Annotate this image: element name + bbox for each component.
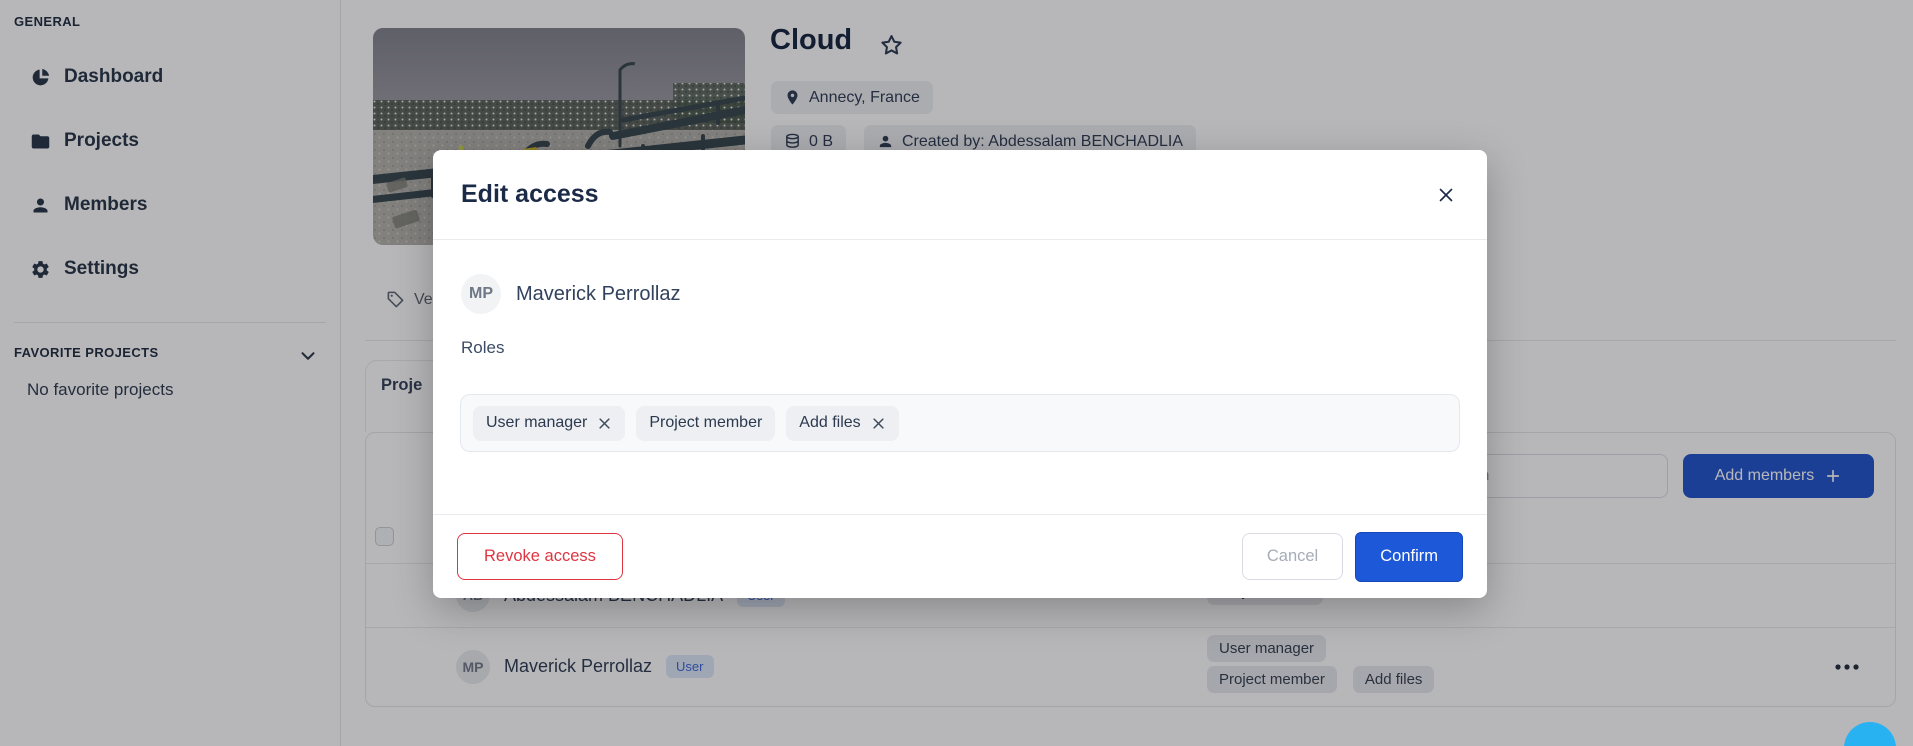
app-window: GENERAL Dashboard Projects Members Setti… bbox=[0, 0, 1913, 746]
cancel-button[interactable]: Cancel bbox=[1242, 533, 1343, 580]
revoke-access-button[interactable]: Revoke access bbox=[457, 533, 623, 580]
remove-role-icon[interactable] bbox=[871, 416, 886, 431]
modal-user-row: MP Maverick Perrollaz bbox=[461, 274, 680, 314]
role-tag: User manager bbox=[473, 406, 625, 441]
modal-header: Edit access bbox=[433, 150, 1487, 240]
role-tag: Add files bbox=[786, 406, 898, 441]
modal-user-name: Maverick Perrollaz bbox=[516, 283, 680, 306]
roles-label: Roles bbox=[461, 338, 504, 358]
edit-access-modal: Edit access MP Maverick Perrollaz Roles … bbox=[433, 150, 1487, 598]
avatar: MP bbox=[461, 274, 501, 314]
close-icon[interactable] bbox=[1433, 182, 1459, 208]
confirm-button[interactable]: Confirm bbox=[1355, 532, 1463, 582]
role-tag-label: Project member bbox=[649, 414, 762, 432]
remove-role-icon[interactable] bbox=[597, 416, 612, 431]
role-tag-label: User manager bbox=[486, 414, 587, 432]
role-tag-label: Add files bbox=[799, 414, 860, 432]
roles-multiselect-input[interactable]: User manager Project member Add files bbox=[460, 394, 1460, 452]
role-tag: Project member bbox=[636, 406, 775, 441]
modal-footer: Revoke access Cancel Confirm bbox=[433, 514, 1487, 598]
modal-title: Edit access bbox=[461, 180, 599, 209]
